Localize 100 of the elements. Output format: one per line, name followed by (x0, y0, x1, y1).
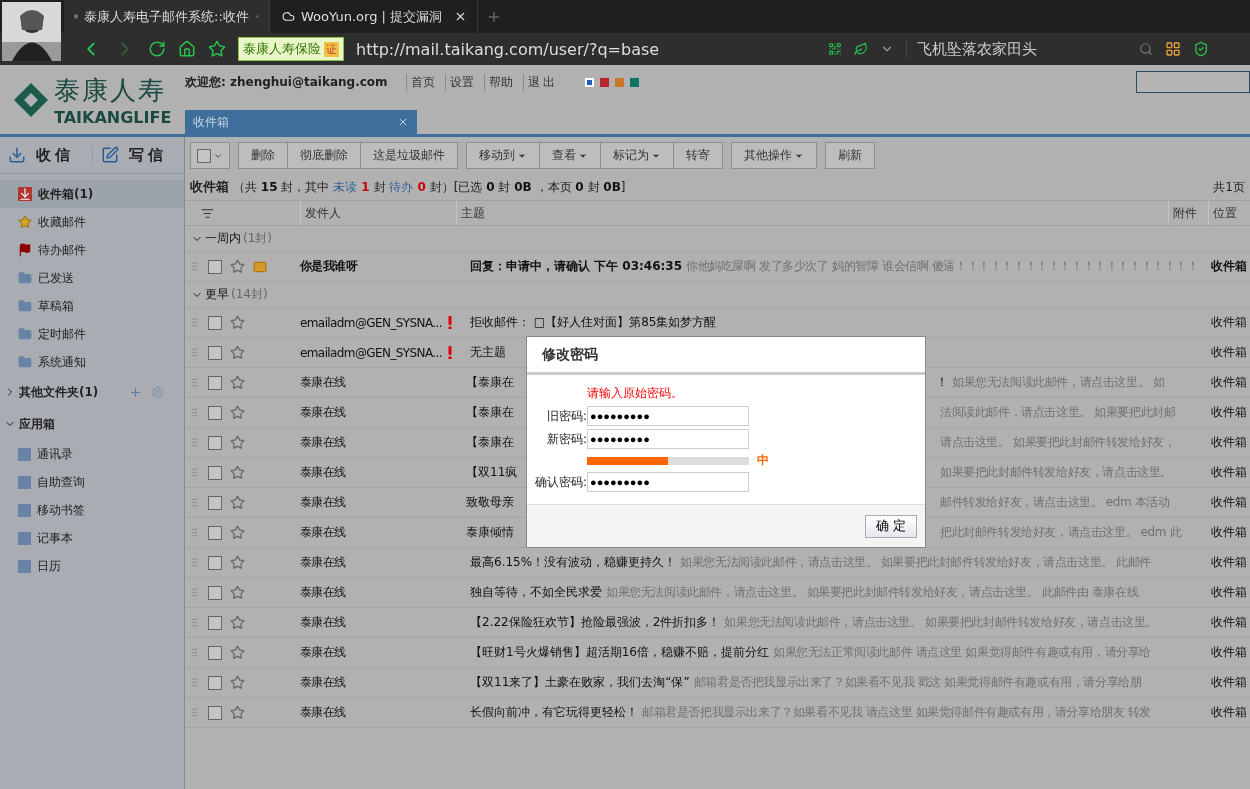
search-field[interactable]: 飞机坠落农家田头 (906, 39, 1127, 59)
checkbox[interactable] (208, 375, 222, 390)
app-item[interactable]: 移动书签 (0, 496, 184, 524)
header-link[interactable]: 退 出 (522, 73, 560, 91)
checkbox[interactable] (208, 525, 222, 540)
drag-handle-icon[interactable] (189, 707, 200, 718)
checkbox[interactable] (208, 555, 222, 570)
page-tab[interactable]: 收件箱 (185, 110, 417, 134)
shield-icon[interactable] (1193, 41, 1209, 57)
folder-item[interactable]: 系统通知 (0, 348, 184, 376)
drag-handle-icon[interactable] (189, 677, 200, 688)
drag-handle-icon[interactable] (189, 317, 200, 328)
star-icon[interactable] (230, 555, 245, 570)
toolbar-button[interactable]: 转寄 (674, 142, 723, 169)
mail-action-button[interactable]: 收信 (0, 145, 92, 165)
settings-icon[interactable] (151, 385, 164, 399)
select-dropdown[interactable] (190, 142, 230, 169)
drag-handle-icon[interactable] (189, 377, 200, 388)
search-icon[interactable] (1139, 42, 1153, 56)
checkbox[interactable] (208, 585, 222, 600)
folder-item[interactable]: 收件箱(1) (0, 180, 184, 208)
column-header[interactable]: 位置 (1208, 200, 1250, 226)
toolbar-button[interactable]: 删除 (238, 142, 288, 169)
checkbox[interactable] (208, 259, 222, 274)
column-header[interactable]: 附件 (1168, 200, 1208, 226)
mail-action-button[interactable]: 写信 (91, 145, 184, 165)
star-icon[interactable] (230, 525, 245, 540)
theme-swatch[interactable] (615, 77, 625, 87)
toolbar-button[interactable]: 刷新 (825, 142, 875, 169)
toolbar-button[interactable]: 彻底删除 (288, 142, 361, 169)
app-item[interactable]: 自助查询 (0, 468, 184, 496)
drag-handle-icon[interactable] (189, 437, 200, 448)
add-icon[interactable] (129, 385, 142, 399)
checkbox[interactable] (208, 675, 222, 690)
checkbox[interactable] (208, 435, 222, 450)
header-link[interactable]: 帮助 (483, 73, 517, 91)
star-icon[interactable] (230, 345, 245, 360)
app-item[interactable]: 记事本 (0, 524, 184, 552)
star-icon[interactable] (208, 40, 226, 58)
drag-handle-icon[interactable] (189, 647, 200, 658)
checkbox[interactable] (208, 345, 222, 360)
star-icon[interactable] (230, 465, 245, 480)
password-field[interactable]: ●●●●●●●●● (587, 429, 749, 449)
header-link[interactable]: 首页 (405, 73, 439, 91)
folder-item[interactable]: 待办邮件 (0, 236, 184, 264)
toolbar-button[interactable]: 移动到 (466, 142, 540, 169)
browser-tab[interactable]: 泰康人寿电子邮件系统::收件 (64, 0, 270, 33)
checkbox[interactable] (208, 315, 222, 330)
checkbox[interactable] (208, 495, 222, 510)
drag-handle-icon[interactable] (189, 407, 200, 418)
theme-swatch[interactable] (630, 77, 640, 87)
checkbox[interactable] (208, 465, 222, 480)
toolbar-button[interactable]: 这是垃圾邮件 (361, 142, 458, 169)
drag-handle-icon[interactable] (189, 497, 200, 508)
star-icon[interactable] (230, 375, 245, 390)
apps-icon[interactable] (1165, 41, 1181, 57)
folder-item[interactable]: 收藏邮件 (0, 208, 184, 236)
theme-swatch[interactable] (585, 77, 595, 87)
checkbox[interactable] (208, 615, 222, 630)
checkbox[interactable] (208, 405, 222, 420)
column-header[interactable]: 主题 (456, 200, 1168, 226)
drag-handle-icon[interactable] (189, 587, 200, 598)
toolbar-button[interactable]: 标记为 (601, 142, 674, 169)
group-header[interactable]: 一周内 (1封) (185, 226, 1250, 252)
folder-item[interactable]: 草稿箱 (0, 292, 184, 320)
home-icon[interactable] (178, 40, 196, 58)
confirm-button[interactable]: 确 定 (864, 514, 917, 538)
checkbox[interactable] (208, 645, 222, 660)
password-field[interactable]: ●●●●●●●●● (587, 472, 749, 492)
toolbar-button[interactable]: 查看 (540, 142, 601, 169)
address-field[interactable]: http://mail.taikang.com/user/?q=base (356, 39, 816, 59)
reload-icon[interactable] (148, 40, 166, 58)
app-item[interactable]: 日历 (0, 552, 184, 580)
star-icon[interactable] (230, 435, 245, 450)
folder-group[interactable]: 其他文件夹(1) (0, 376, 184, 408)
folder-item[interactable]: 定时邮件 (0, 320, 184, 348)
star-icon[interactable] (230, 645, 245, 660)
sort-icon[interactable] (201, 206, 214, 220)
header-link[interactable]: 设置 (444, 73, 478, 91)
star-icon[interactable] (230, 675, 245, 690)
search-field[interactable] (1136, 71, 1250, 93)
theme-swatch[interactable] (600, 77, 610, 87)
star-icon[interactable] (230, 585, 245, 600)
drag-handle-icon[interactable] (189, 527, 200, 538)
column-header[interactable]: 发件人 (300, 200, 456, 226)
star-icon[interactable] (230, 615, 245, 630)
star-icon[interactable] (230, 315, 245, 330)
folder-item[interactable]: 已发送 (0, 264, 184, 292)
leaf-icon[interactable] (854, 42, 868, 56)
star-icon[interactable] (230, 259, 245, 274)
password-field[interactable]: ●●●●●●●●● (587, 406, 749, 426)
checkbox[interactable] (208, 705, 222, 720)
drag-handle-icon[interactable] (189, 261, 200, 272)
qr-code-icon[interactable] (828, 42, 842, 56)
drag-handle-icon[interactable] (189, 467, 200, 478)
star-icon[interactable] (230, 705, 245, 720)
drag-handle-icon[interactable] (189, 347, 200, 358)
star-icon[interactable] (230, 495, 245, 510)
group-header[interactable]: 更早 (14封) (185, 282, 1250, 308)
drag-handle-icon[interactable] (189, 617, 200, 628)
